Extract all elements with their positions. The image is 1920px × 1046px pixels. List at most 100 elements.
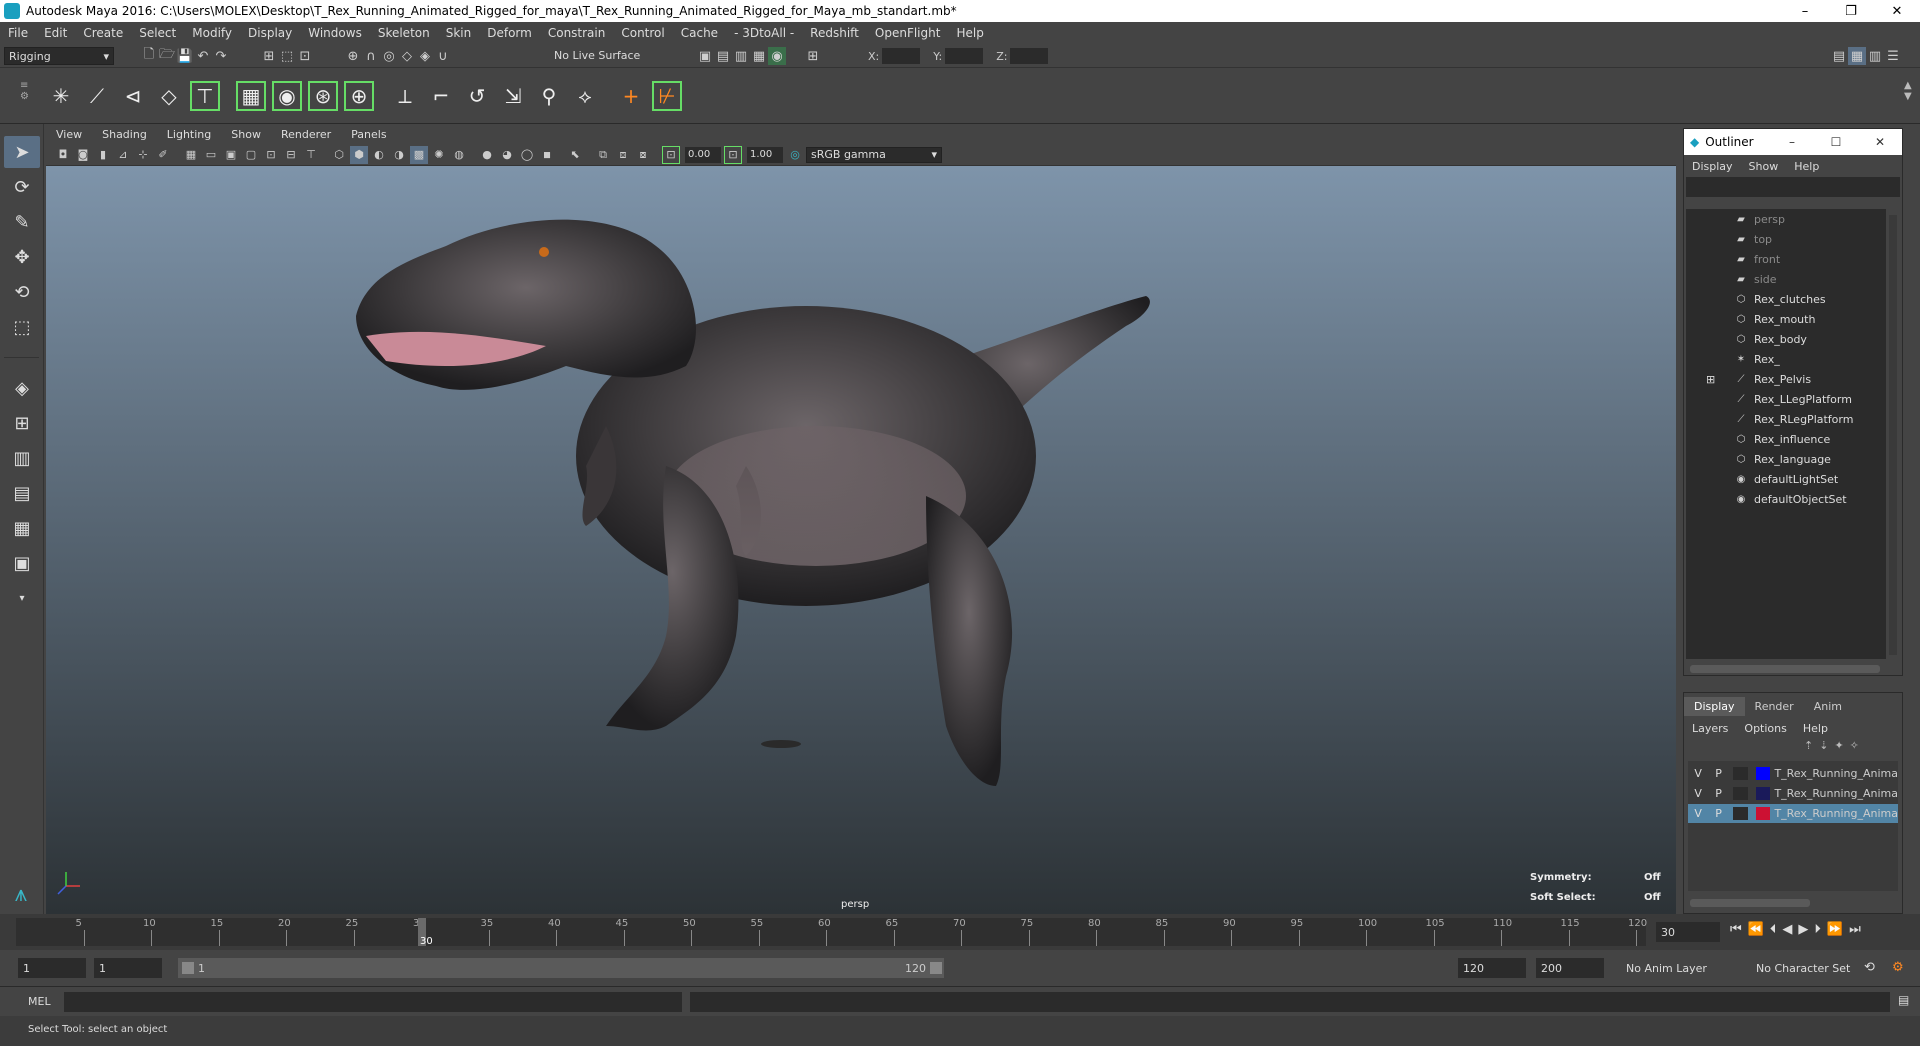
- layer-color-swatch[interactable]: [1755, 767, 1771, 780]
- outliner-item[interactable]: ⊞ ⟋ Rex_Pelvis: [1686, 369, 1886, 389]
- locator-tool-icon[interactable]: +: [616, 81, 646, 111]
- menu-11[interactable]: Control: [613, 26, 672, 40]
- viewport-menu-2[interactable]: Lighting: [157, 128, 221, 141]
- motion-blur-icon[interactable]: ●: [478, 146, 496, 164]
- layer-color-swatch[interactable]: [1755, 807, 1771, 820]
- 3d-viewport[interactable]: persp Symmetry: Off Soft Select: Off: [46, 166, 1676, 914]
- snap-surface-icon[interactable]: ◈: [416, 47, 434, 65]
- isolate-select-icon[interactable]: ◾: [538, 146, 556, 164]
- anti-aliasing-icon[interactable]: ◕: [498, 146, 516, 164]
- menu-9[interactable]: Deform: [479, 26, 540, 40]
- bind-skin-icon[interactable]: ⊤: [190, 81, 220, 111]
- rotate-tool-icon[interactable]: ⟲: [4, 276, 40, 308]
- outliner-item[interactable]: ▰ front: [1686, 249, 1886, 269]
- persp-graph-layout-icon[interactable]: ▤: [4, 477, 40, 509]
- persp-outliner-layout-icon[interactable]: ▥: [4, 442, 40, 474]
- menu-13[interactable]: - 3DtoAll -: [726, 26, 802, 40]
- gamma-icon[interactable]: ⊡: [724, 145, 742, 164]
- menu-4[interactable]: Modify: [184, 26, 240, 40]
- expand-icon[interactable]: ⊞: [1706, 373, 1734, 386]
- layer-h-scrollbar[interactable]: [1690, 899, 1810, 907]
- menuset-dropdown[interactable]: Rigging ▾: [4, 47, 114, 65]
- outliner-menu-0[interactable]: Display: [1684, 160, 1741, 173]
- depth-of-field-icon[interactable]: ◯: [518, 146, 536, 164]
- range-start-handle[interactable]: [182, 962, 194, 974]
- menu-10[interactable]: Constrain: [540, 26, 614, 40]
- menu-6[interactable]: Windows: [300, 26, 370, 40]
- ipr-render-icon[interactable]: ▤: [714, 47, 732, 65]
- gamma-field[interactable]: 1.00: [747, 146, 783, 163]
- persp-uv-layout-icon[interactable]: ▣: [4, 547, 40, 579]
- snap-point-icon[interactable]: ◎: [380, 47, 398, 65]
- render-settings-icon[interactable]: ▥: [732, 47, 750, 65]
- menu-12[interactable]: Cache: [673, 26, 726, 40]
- single-perspective-layout-icon[interactable]: ◈: [4, 372, 40, 404]
- outliner-item[interactable]: ▰ persp: [1686, 209, 1886, 229]
- layer-row[interactable]: V P T_Rex_Running_Anima: [1688, 804, 1898, 823]
- snap-curve-icon[interactable]: ∩: [362, 47, 380, 65]
- menu-16[interactable]: Help: [948, 26, 991, 40]
- lattice-icon[interactable]: ⊛: [308, 81, 338, 111]
- outliner-item[interactable]: ⬡ Rex_clutches: [1686, 289, 1886, 309]
- colorspace-dropdown[interactable]: sRGB gamma ▾: [806, 146, 942, 163]
- wireframe-icon[interactable]: ⬡: [330, 146, 348, 164]
- render-view-icon[interactable]: ◉: [768, 47, 786, 65]
- smooth-shade-icon[interactable]: ⬢: [350, 145, 368, 164]
- hypershade-icon[interactable]: ▦: [750, 47, 768, 65]
- menu-8[interactable]: Skin: [438, 26, 480, 40]
- outliner-maximize-button[interactable]: ☐: [1814, 135, 1858, 149]
- play-back-icon[interactable]: ◀: [1782, 922, 1792, 937]
- layer-type-toggle[interactable]: [1732, 787, 1748, 800]
- layer-playback-toggle[interactable]: P: [1708, 767, 1728, 780]
- z-field[interactable]: [1010, 48, 1049, 64]
- safe-action-icon[interactable]: ⊟: [282, 146, 300, 164]
- layer-tab-2[interactable]: Anim: [1804, 697, 1852, 716]
- menu-1[interactable]: Edit: [36, 26, 75, 40]
- outliner-menu-1[interactable]: Show: [1741, 160, 1787, 173]
- textured-icon[interactable]: ▩: [410, 145, 428, 164]
- new-empty-layer-icon[interactable]: ✦: [1834, 739, 1843, 752]
- snap-grid-icon[interactable]: ⊕: [344, 47, 362, 65]
- paint-weights-icon[interactable]: ▦: [236, 81, 266, 111]
- 2d-pan-zoom-icon[interactable]: ⊹: [134, 146, 152, 164]
- animation-start-field[interactable]: 1: [18, 958, 86, 978]
- outliner-close-button[interactable]: ✕: [1858, 135, 1902, 149]
- current-frame-field[interactable]: 30: [1656, 922, 1720, 942]
- default-lighting-icon[interactable]: ◐: [370, 146, 388, 164]
- x-field[interactable]: [882, 48, 921, 64]
- xray-icon[interactable]: ⬉: [566, 146, 584, 164]
- cluster-icon[interactable]: ◉: [272, 81, 302, 111]
- y-field[interactable]: [945, 48, 984, 64]
- menu-2[interactable]: Create: [75, 26, 131, 40]
- menu-3[interactable]: Select: [131, 26, 184, 40]
- new-scene-icon[interactable]: 🗋: [140, 47, 158, 65]
- restore-button[interactable]: ❐: [1828, 4, 1874, 19]
- preferences-icon[interactable]: ⚙: [1892, 960, 1904, 975]
- outliner-h-scrollbar[interactable]: [1690, 665, 1880, 673]
- playback-start-field[interactable]: 1: [94, 958, 162, 978]
- outliner-item[interactable]: ⟋ Rex_LLegPlatform: [1686, 389, 1886, 409]
- move-layer-down-icon[interactable]: ⇣: [1819, 739, 1828, 752]
- save-scene-icon[interactable]: 💾: [176, 47, 194, 65]
- attribute-editor-toggle-icon[interactable]: ▦: [1848, 47, 1866, 65]
- parent-constraint-icon[interactable]: ⚲: [534, 81, 564, 111]
- step-forward-key-icon[interactable]: ⏩: [1827, 922, 1843, 937]
- grease-pencil-icon[interactable]: ✐: [154, 146, 172, 164]
- viewport-menu-4[interactable]: Renderer: [271, 128, 341, 141]
- shelf-scroll-icon[interactable]: ▲ ▼: [1904, 80, 1912, 102]
- bookmark-icon[interactable]: ▮: [94, 146, 112, 164]
- anim-layer-dropdown[interactable]: No Anim Layer: [1626, 962, 1707, 975]
- grid-toggle-icon[interactable]: ▦: [182, 146, 200, 164]
- select-tool-icon[interactable]: ➤: [4, 136, 40, 168]
- layer-tab-0[interactable]: Display: [1684, 696, 1745, 716]
- color-management-icon[interactable]: ◎: [786, 146, 804, 164]
- menu-5[interactable]: Display: [240, 26, 300, 40]
- aim-constraint-icon[interactable]: ⌐: [426, 81, 456, 111]
- undo-icon[interactable]: ↶: [194, 47, 212, 65]
- playback-end-field[interactable]: 120: [1458, 958, 1526, 978]
- layer-menu-1[interactable]: Options: [1736, 722, 1794, 735]
- outliner-item[interactable]: ⬡ Rex_body: [1686, 329, 1886, 349]
- select-hierarchy-icon[interactable]: ⊞: [260, 47, 278, 65]
- outliner-item[interactable]: ◉ defaultObjectSet: [1686, 489, 1886, 509]
- open-scene-icon[interactable]: 🗁: [158, 47, 176, 65]
